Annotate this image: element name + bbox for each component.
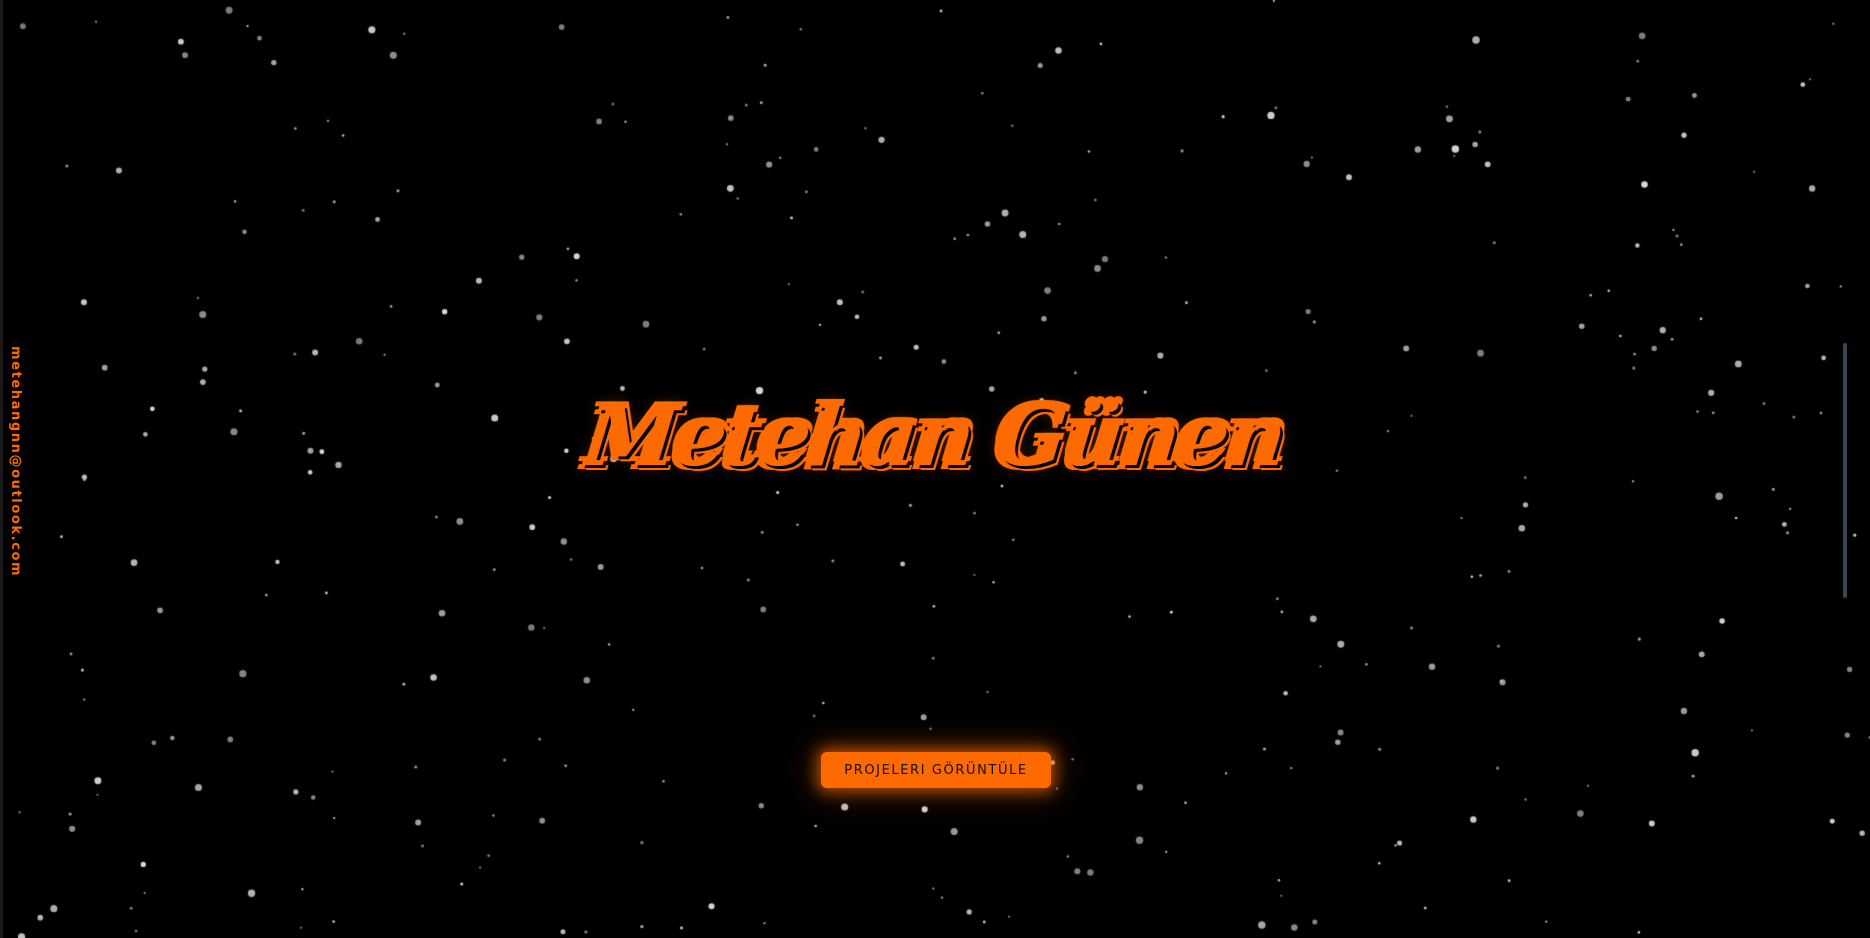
scrollbar-thumb[interactable] <box>1843 343 1847 598</box>
hero-title: Metehan Günen <box>580 388 1289 487</box>
view-projects-button[interactable]: PROJELERI GÖRÜNTÜLE <box>821 752 1051 788</box>
